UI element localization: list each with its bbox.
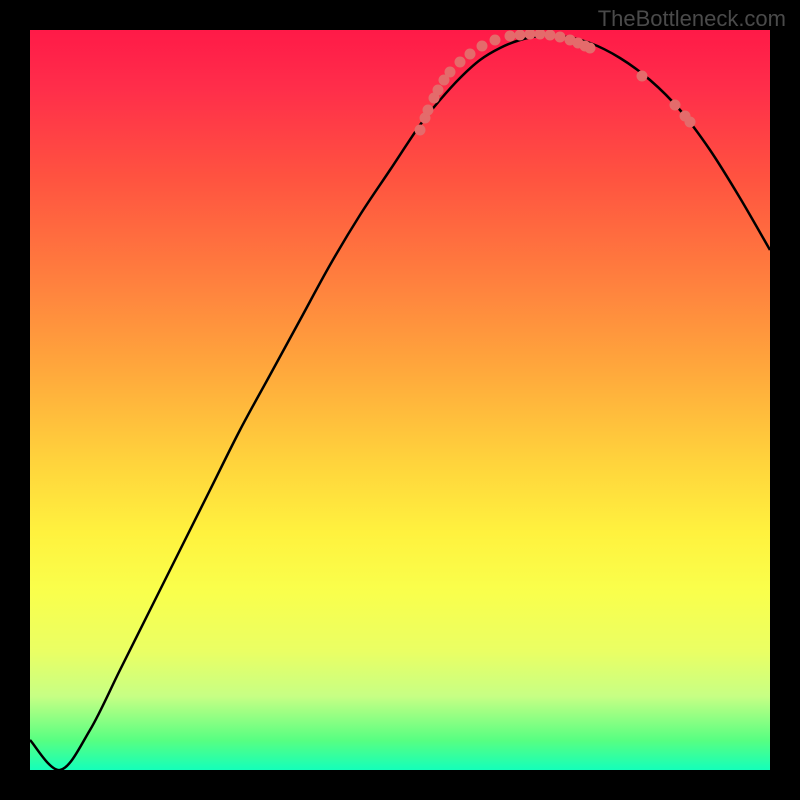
data-marker bbox=[445, 67, 456, 78]
data-marker bbox=[455, 57, 466, 68]
data-marker bbox=[545, 30, 556, 41]
data-marker bbox=[505, 31, 516, 42]
data-marker bbox=[555, 32, 566, 43]
data-marker bbox=[433, 85, 444, 96]
data-marker bbox=[415, 125, 426, 136]
curve-layer bbox=[30, 30, 770, 770]
data-marker bbox=[535, 30, 546, 40]
data-marker bbox=[685, 117, 696, 128]
data-marker bbox=[490, 35, 501, 46]
chart-root: TheBottleneck.com bbox=[0, 0, 800, 800]
plot-area bbox=[30, 30, 770, 770]
data-marker bbox=[515, 30, 526, 41]
data-marker bbox=[477, 41, 488, 52]
data-marker bbox=[670, 100, 681, 111]
data-marker bbox=[423, 105, 434, 116]
data-marker bbox=[465, 49, 476, 60]
data-marker bbox=[585, 43, 596, 54]
data-marker bbox=[637, 71, 648, 82]
bottleneck-curve bbox=[30, 35, 770, 770]
watermark-text: TheBottleneck.com bbox=[598, 6, 786, 32]
